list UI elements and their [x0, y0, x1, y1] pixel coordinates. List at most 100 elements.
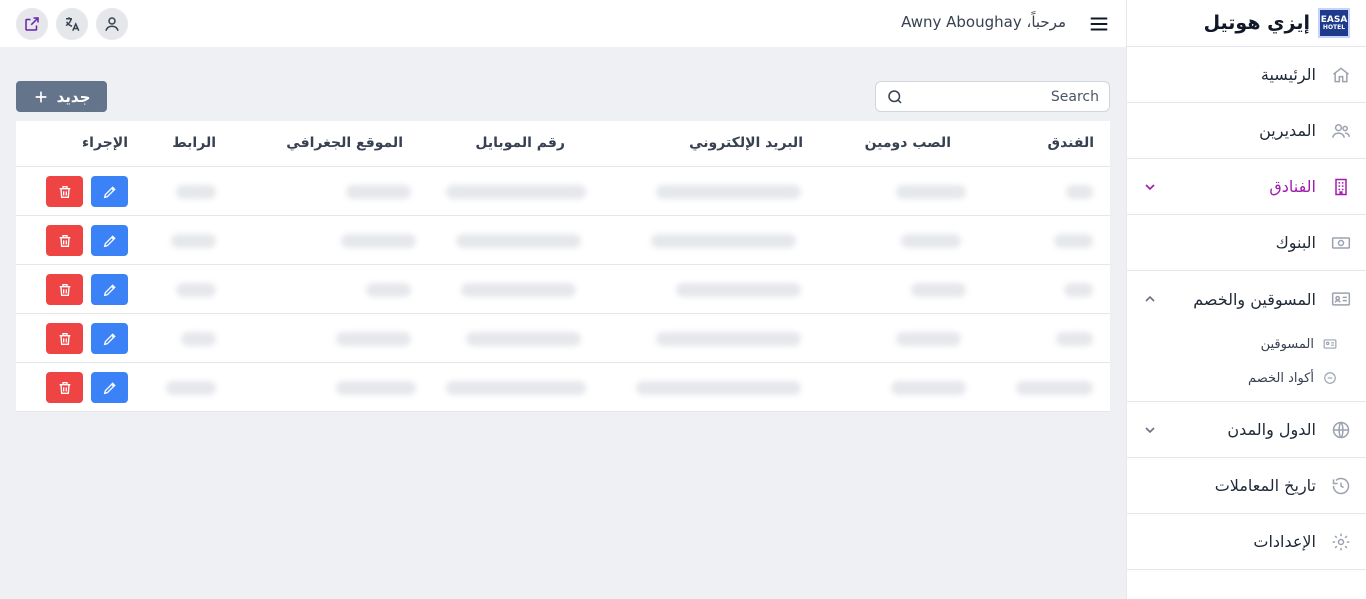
edit-button[interactable]: [91, 372, 128, 403]
table-row: [16, 363, 1110, 412]
delete-button[interactable]: [46, 372, 83, 403]
search-box: [875, 81, 1110, 112]
brand: إيزي هوتيل EASA HOTEL: [1127, 0, 1366, 47]
translate-icon[interactable]: [56, 8, 88, 40]
edit-button[interactable]: [91, 323, 128, 354]
marketers-submenu: المسوقين أكواد الخصم: [1127, 327, 1366, 402]
users-icon: [1330, 120, 1352, 142]
col-email: البريد الإلكتروني: [689, 135, 803, 151]
delete-button[interactable]: [46, 274, 83, 305]
redacted-cell: [171, 234, 216, 248]
trash-icon: [59, 283, 70, 296]
pencil-icon: [103, 234, 116, 247]
search-icon: [886, 88, 904, 106]
redacted-cell: [891, 381, 966, 395]
col-action: الإجراء: [82, 135, 128, 151]
sidebar-item-countries-cities[interactable]: الدول والمدن: [1127, 402, 1366, 458]
redacted-cell: [651, 234, 796, 248]
redacted-cell: [176, 185, 216, 199]
redacted-cell: [656, 332, 801, 346]
redacted-cell: [1054, 234, 1093, 248]
brand-logo: EASA HOTEL: [1318, 8, 1350, 38]
redacted-cell: [461, 283, 576, 297]
sidebar-item-transaction-history[interactable]: تاريخ المعاملات: [1127, 458, 1366, 514]
pencil-icon: [103, 381, 116, 394]
sidebar: إيزي هوتيل EASA HOTEL الرئيسية المديرين ا…: [1126, 0, 1366, 599]
plus-icon: [35, 91, 46, 102]
table-row: [16, 167, 1110, 216]
table-row: [16, 216, 1110, 265]
redacted-cell: [1056, 332, 1093, 346]
minus-circle-icon: [1322, 370, 1338, 386]
table-header: الفندق الصب دومين البريد الإلكتروني رقم …: [16, 121, 1110, 167]
redacted-cell: [676, 283, 801, 297]
redacted-cell: [656, 185, 801, 199]
id-card-icon: [1330, 288, 1352, 310]
table-row: [16, 314, 1110, 363]
redacted-cell: [166, 381, 216, 395]
sidebar-item-home[interactable]: الرئيسية: [1127, 47, 1366, 103]
sidebar-item-hotels[interactable]: الفنادق: [1127, 159, 1366, 215]
user-profile-icon[interactable]: [96, 8, 128, 40]
trash-icon: [59, 332, 70, 345]
banknote-icon: [1330, 232, 1352, 254]
sidebar-item-settings[interactable]: الإعدادات: [1127, 514, 1366, 570]
redacted-cell: [1066, 185, 1093, 199]
redacted-cell: [176, 283, 216, 297]
redacted-cell: [346, 185, 411, 199]
chevron-down-icon: [1141, 178, 1159, 196]
col-subdomain: الصب دومين: [864, 135, 951, 151]
redacted-cell: [341, 234, 416, 248]
delete-button[interactable]: [46, 225, 83, 256]
hotels-table: الفندق الصب دومين البريد الإلكتروني رقم …: [16, 121, 1110, 412]
edit-button[interactable]: [91, 225, 128, 256]
chevron-up-icon: [1141, 290, 1159, 308]
edit-button[interactable]: [91, 274, 128, 305]
edit-button[interactable]: [91, 176, 128, 207]
redacted-cell: [336, 381, 416, 395]
gear-icon: [1330, 531, 1352, 553]
redacted-cell: [446, 185, 586, 199]
chevron-down-icon: [1141, 421, 1159, 439]
id-card-small-icon: [1322, 336, 1338, 352]
search-input[interactable]: [904, 88, 1099, 105]
delete-button[interactable]: [46, 323, 83, 354]
trash-icon: [59, 234, 70, 247]
sidebar-item-marketers-discounts[interactable]: المسوقين والخصم: [1127, 271, 1366, 327]
globe-icon: [1330, 419, 1352, 441]
pencil-icon: [103, 332, 116, 345]
redacted-cell: [896, 185, 966, 199]
redacted-cell: [1016, 381, 1093, 395]
trash-icon: [59, 185, 70, 198]
delete-button[interactable]: [46, 176, 83, 207]
home-icon: [1330, 64, 1352, 86]
pencil-icon: [103, 283, 116, 296]
top-header: مرحباً، Awny Aboughay: [0, 0, 1126, 47]
history-icon: [1330, 475, 1352, 497]
redacted-cell: [1064, 283, 1093, 297]
pencil-icon: [103, 185, 116, 198]
sidebar-item-managers[interactable]: المديرين: [1127, 103, 1366, 159]
sidebar-subitem-discount-codes[interactable]: أكواد الخصم: [1127, 361, 1366, 395]
table-row: [16, 265, 1110, 314]
menu-toggle-icon[interactable]: [1088, 13, 1110, 35]
welcome-text: مرحباً، Awny Aboughay: [901, 13, 1066, 31]
redacted-cell: [896, 332, 961, 346]
external-link-icon[interactable]: [16, 8, 48, 40]
col-link: الرابط: [172, 135, 216, 151]
redacted-cell: [911, 283, 966, 297]
building-icon: [1330, 176, 1352, 198]
col-mobile: رقم الموبايل: [475, 135, 565, 151]
redacted-cell: [466, 332, 581, 346]
redacted-cell: [366, 283, 411, 297]
trash-icon: [59, 381, 70, 394]
redacted-cell: [336, 332, 411, 346]
redacted-cell: [636, 381, 801, 395]
brand-name: إيزي هوتيل: [1203, 12, 1310, 34]
sidebar-subitem-marketers[interactable]: المسوقين: [1127, 327, 1366, 361]
col-location: الموقع الجغرافي: [286, 135, 403, 151]
new-hotel-button[interactable]: جديد: [16, 81, 107, 112]
col-hotel: الفندق: [1047, 135, 1094, 151]
sidebar-item-banks[interactable]: البنوك: [1127, 215, 1366, 271]
redacted-cell: [446, 381, 586, 395]
